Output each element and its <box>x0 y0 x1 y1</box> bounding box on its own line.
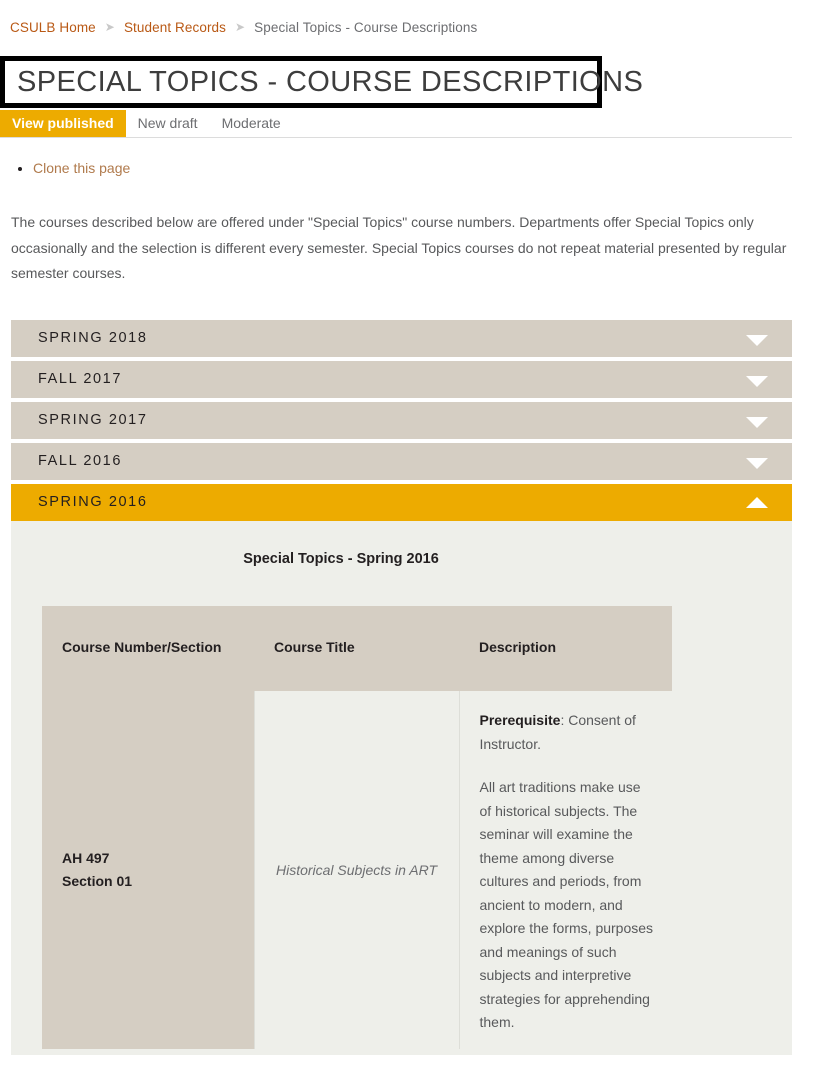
column-header-description: Description <box>459 606 672 691</box>
accordion-label: SPRING 2017 <box>38 412 148 428</box>
chevron-down-icon <box>746 376 768 387</box>
prerequisite-label: Prerequisite <box>479 712 561 728</box>
chevron-up-icon <box>746 497 768 508</box>
column-header-course-title: Course Title <box>254 606 459 691</box>
accordion-item-spring-2018[interactable]: SPRING 2018 <box>11 320 792 357</box>
accordion-label: SPRING 2018 <box>38 330 148 346</box>
accordion: SPRING 2018 FALL 2017 SPRING 2017 FALL 2… <box>11 320 792 1055</box>
breadcrumb-item-current: Special Topics - Course Descriptions <box>254 20 478 35</box>
chevron-down-icon <box>746 417 768 428</box>
intro-paragraph: The courses described below are offered … <box>11 214 787 281</box>
accordion-item-fall-2017[interactable]: FALL 2017 <box>11 361 792 398</box>
accordion-item-fall-2016[interactable]: FALL 2016 <box>11 443 792 480</box>
tab-moderate[interactable]: Moderate <box>210 110 293 137</box>
course-section: Section 01 <box>62 872 133 889</box>
accordion-label: SPRING 2016 <box>38 494 148 510</box>
table-header-row: Course Number/Section Course Title Descr… <box>42 606 672 691</box>
accordion-label: FALL 2017 <box>38 371 123 387</box>
course-table: Course Number/Section Course Title Descr… <box>42 606 672 1049</box>
tab-new-draft[interactable]: New draft <box>126 110 210 137</box>
accordion-label: FALL 2016 <box>38 453 123 469</box>
accordion-item-spring-2017[interactable]: SPRING 2017 <box>11 402 792 439</box>
chevron-down-icon <box>746 335 768 346</box>
cell-course-number: AH 497 Section 01 <box>42 691 254 1049</box>
breadcrumb-item-home[interactable]: CSULB Home <box>10 20 96 35</box>
description-body: All art traditions make use of historica… <box>479 779 654 1030</box>
chevron-down-icon <box>746 458 768 469</box>
column-header-course-number: Course Number/Section <box>42 606 254 691</box>
list-item: Clone this page <box>33 157 130 179</box>
cell-description: Prerequisite: Consent of Instructor. All… <box>458 691 672 1049</box>
chevron-right-icon: ➤ <box>104 20 115 34</box>
course-number: AH 497 <box>62 849 110 866</box>
breadcrumb: CSULB Home ➤ Student Records ➤ Special Topic… <box>0 0 831 36</box>
page-title: SPECIAL TOPICS - COURSE DESCRIPTIONS <box>17 66 644 98</box>
accordion-panel-spring-2016: Special Topics - Spring 2016 Course Numb… <box>11 521 792 1055</box>
tab-bar: View published New draft Moderate <box>0 110 792 138</box>
panel-title: Special Topics - Spring 2016 <box>243 551 439 567</box>
breadcrumb-item-student-records[interactable]: Student Records <box>124 20 226 35</box>
description-prerequisite: Prerequisite: Consent of Instructor. <box>480 709 655 756</box>
page-actions-list: Clone this page <box>0 157 130 179</box>
tab-view-published[interactable]: View published <box>0 110 126 137</box>
cell-course-title: Historical Subjects in ART <box>253 691 459 1049</box>
chevron-right-icon: ➤ <box>235 20 246 34</box>
clone-this-page-link[interactable]: Clone this page <box>33 160 130 176</box>
page-title-outline: SPECIAL TOPICS - COURSE DESCRIPTIONS <box>0 56 644 108</box>
table-row: AH 497 Section 01 Historical Subjects in… <box>42 691 672 1049</box>
accordion-item-spring-2016[interactable]: SPRING 2016 <box>11 484 792 521</box>
